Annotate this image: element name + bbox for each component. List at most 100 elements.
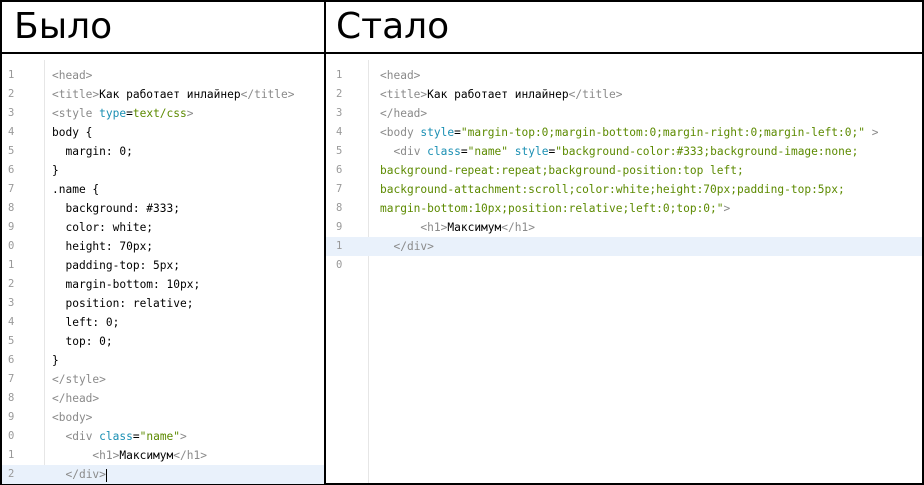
code-text: </head> — [52, 389, 99, 408]
line-number: 1 — [8, 69, 15, 81]
code-token: "background-color:#333;background-image:… — [555, 145, 859, 158]
code-text: margin-bottom: 10px; — [52, 275, 200, 294]
before-code-editor[interactable]: 1 <head> 2 <title>Как работает инлайнер</ti… — [2, 54, 324, 484]
code-text: <head> — [380, 66, 420, 85]
line-number: 3 — [8, 107, 15, 119]
code-token: "name" — [139, 430, 181, 443]
line-number: 9 — [8, 221, 15, 233]
code-line[interactable]: 5 top: 0; — [2, 332, 324, 351]
code-token: position: relative; — [65, 297, 194, 310]
code-token: padding-top: 5px; — [65, 259, 180, 272]
code-token: <title> — [380, 88, 428, 101]
code-text: <div class="name" style="background-colo… — [380, 142, 858, 161]
code-token: background-repeat:repeat;background-posi… — [380, 164, 744, 177]
code-line[interactable]: 6} — [2, 351, 324, 370]
code-text: <title>Как работает инлайнер</title> — [52, 85, 295, 104]
line-number: 7 — [336, 183, 343, 195]
code-line[interactable]: 0 height: 70px; — [2, 237, 324, 256]
line-number: 0 — [336, 259, 343, 271]
code-line[interactable]: 4 left: 0; — [2, 313, 324, 332]
code-token: color: white; — [65, 221, 154, 234]
code-token: </h1> — [173, 449, 207, 462]
code-text: background-repeat:repeat;background-posi… — [380, 161, 744, 180]
code-token: </head> — [52, 392, 100, 405]
line-number: 0 — [8, 430, 15, 442]
code-line[interactable]: 6 background-repeat:repeat;background-pos… — [326, 161, 922, 180]
code-line[interactable]: 2 <title>Как работает инлайнер</title> — [2, 85, 324, 104]
code-token: = — [454, 126, 461, 139]
code-text: </div> — [380, 237, 433, 256]
code-text: <h1>Максимум</h1> — [380, 218, 535, 237]
code-line[interactable]: 0 <div class="name"> — [2, 427, 324, 446]
code-token: left: 0; — [65, 316, 120, 329]
line-number: 7 — [8, 183, 15, 195]
code-line[interactable]: 9 color: white; — [2, 218, 324, 237]
code-text: top: 0; — [52, 332, 113, 351]
code-text: </style> — [52, 370, 106, 389]
code-text: <div class="name"> — [52, 427, 186, 446]
line-number: 2 — [8, 88, 15, 100]
code-text: margin-bottom:10px;position:relative;lef… — [380, 199, 730, 218]
code-line[interactable]: 2 <title>Как работает инлайнер</title> — [326, 85, 922, 104]
code-token: <div — [65, 430, 100, 443]
code-line[interactable]: 1 <head> — [2, 66, 324, 85]
code-line[interactable]: 8 </head> — [2, 389, 324, 408]
code-text: left: 0; — [52, 313, 119, 332]
line-number: 2 — [8, 278, 15, 290]
code-line[interactable]: 1 </div> — [326, 237, 922, 256]
code-line[interactable]: 0 — [326, 256, 922, 275]
code-text: </div> — [52, 465, 107, 484]
code-token: top: 0; — [65, 335, 113, 348]
line-number: 8 — [8, 202, 15, 214]
code-token: = — [460, 145, 468, 158]
code-token: height: 70px; — [65, 240, 154, 253]
code-token: > — [865, 126, 879, 139]
line-number: 1 — [8, 449, 15, 461]
code-line[interactable]: 3 </head> — [326, 104, 922, 123]
code-line[interactable]: 1 <head> — [326, 66, 922, 85]
code-text: <h1>Максимум</h1> — [52, 446, 207, 465]
code-line[interactable]: 5 <div class="name" style="background-co… — [326, 142, 922, 161]
code-line[interactable]: 3 position: relative; — [2, 294, 324, 313]
line-number: 7 — [8, 373, 15, 385]
code-line[interactable]: 1 <h1>Максимум</h1> — [2, 446, 324, 465]
code-text: <head> — [52, 66, 92, 85]
line-number: 4 — [8, 316, 15, 328]
code-text: margin: 0; — [52, 142, 132, 161]
after-code-editor[interactable]: 1 <head> 2 <title>Как работает инлайнер</ti… — [326, 54, 922, 275]
line-number: 8 — [8, 392, 15, 404]
code-line[interactable]: 7 .name { — [2, 180, 324, 199]
line-number: 9 — [8, 411, 15, 423]
code-token: <style — [52, 107, 100, 120]
code-token: <head> — [380, 69, 421, 82]
code-token: } — [52, 354, 59, 367]
after-panel-title: Стало — [326, 2, 922, 54]
code-token: "margin-top:0;margin-bottom:0;margin-rig… — [460, 126, 865, 139]
code-line[interactable]: 2 margin-bottom: 10px; — [2, 275, 324, 294]
code-line[interactable]: 4 body { — [2, 123, 324, 142]
line-number: 1 — [336, 240, 343, 252]
code-text: height: 70px; — [52, 237, 153, 256]
text-cursor — [105, 468, 107, 482]
code-token: class — [99, 430, 133, 443]
code-line[interactable]: 8 margin-bottom:10px;position:relative;le… — [326, 199, 922, 218]
code-line[interactable]: 3 <style type=text/css> — [2, 104, 324, 123]
code-line[interactable]: 5 margin: 0; — [2, 142, 324, 161]
code-line[interactable]: 4 <body style="margin-top:0;margin-bottom… — [326, 123, 922, 142]
line-number: 4 — [8, 126, 15, 138]
line-number: 2 — [336, 88, 343, 100]
before-panel: Было 1 <head> 2 <title>Как работает инлайне… — [0, 0, 324, 485]
code-line[interactable]: 8 background: #333; — [2, 199, 324, 218]
code-token: <body> — [52, 411, 93, 424]
code-token: <h1> — [92, 449, 120, 462]
code-line[interactable]: 9 <h1>Максимум</h1> — [326, 218, 922, 237]
code-line[interactable]: 1 padding-top: 5px; — [2, 256, 324, 275]
code-line[interactable]: 9 <body> — [2, 408, 324, 427]
code-line[interactable]: 6} — [2, 161, 324, 180]
code-line[interactable]: 7 </style> — [2, 370, 324, 389]
code-text: </head> — [380, 104, 427, 123]
line-number: 0 — [8, 240, 15, 252]
code-line[interactable]: 7 background-attachment:scroll;color:whit… — [326, 180, 922, 199]
code-line[interactable]: 2 </div> — [2, 465, 324, 484]
